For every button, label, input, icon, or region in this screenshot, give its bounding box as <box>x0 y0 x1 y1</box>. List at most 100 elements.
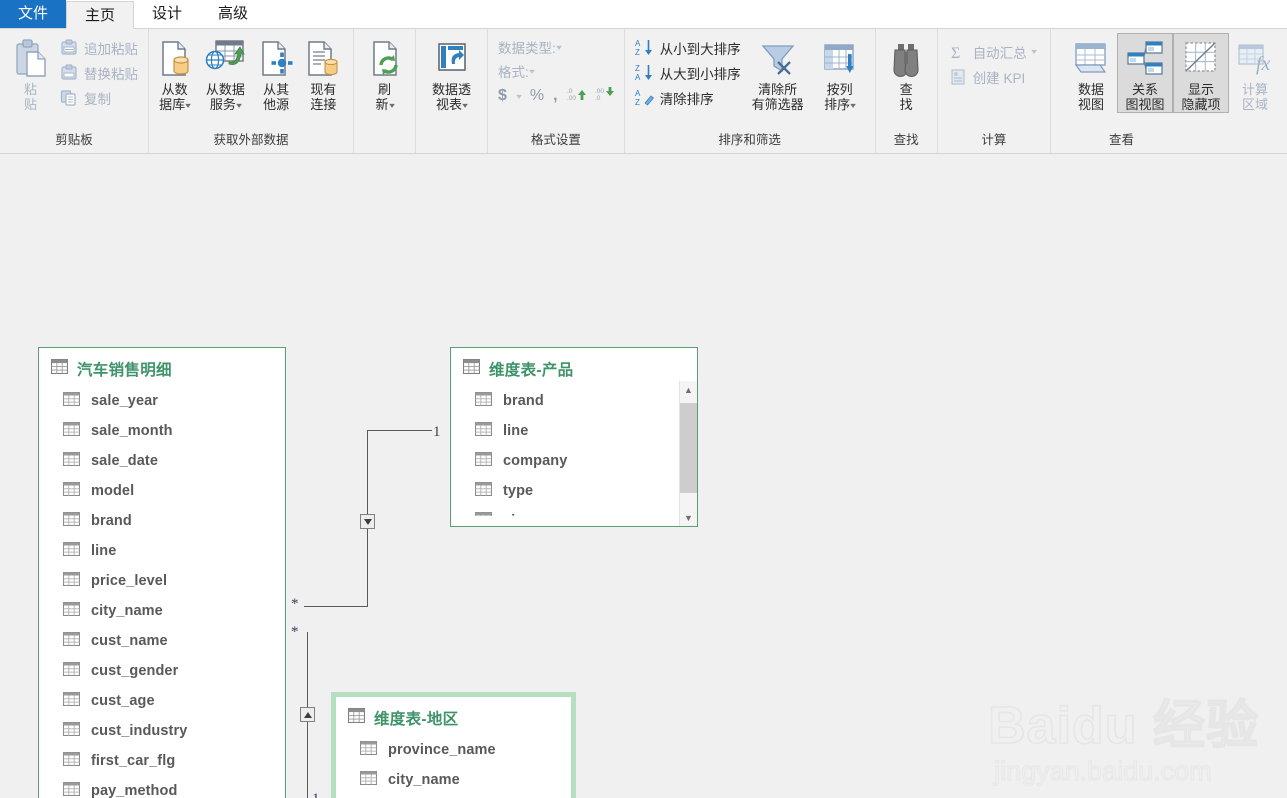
data-view-button[interactable]: 数据 视图 <box>1065 33 1117 113</box>
comma-style-icon[interactable]: , <box>553 87 557 105</box>
clear-all-filters-button[interactable]: 清除所 有筛选器 <box>745 33 811 113</box>
column-icon <box>62 601 81 621</box>
pivot-table-button[interactable]: 数据透 视表▾ <box>422 33 481 114</box>
find-button[interactable]: 查找 <box>882 33 931 113</box>
data-type-row[interactable]: 数据类型: ▾ <box>494 35 562 59</box>
scroll-down-icon[interactable]: ▼ <box>680 509 697 526</box>
field-row[interactable]: price_level <box>62 566 285 596</box>
paste-replace-button[interactable]: 替换粘贴 <box>55 60 142 85</box>
table-card-dim-product[interactable]: 维度表-产品 brand line company type size ▲ ▼ <box>450 347 698 527</box>
from-other-source-button[interactable]: 从其 他源 <box>253 33 300 113</box>
column-icon <box>62 541 81 561</box>
chevron-down-icon[interactable]: ▾ <box>236 98 242 113</box>
relationship-line-product-bottom[interactable] <box>304 606 368 607</box>
field-row[interactable]: company <box>474 446 697 476</box>
field-row[interactable]: brand <box>62 506 285 536</box>
tab-advanced[interactable]: 高级 <box>200 0 266 28</box>
sort-descending-button[interactable]: Z A 从大到小排序 <box>631 60 745 85</box>
table-header-sales-detail[interactable]: 汽车销售明细 <box>39 348 285 386</box>
tab-file[interactable]: 文件 <box>0 0 67 28</box>
increase-decimal-icon[interactable]: .0 .00 <box>567 86 586 107</box>
paste-append-button[interactable]: 追加粘贴 <box>55 35 142 60</box>
field-row[interactable]: line <box>62 536 285 566</box>
from-database-label-line1: 从数 <box>161 82 188 97</box>
table-header-dim-product[interactable]: 维度表-产品 <box>451 348 697 386</box>
scrollbar-thumb[interactable] <box>680 403 697 493</box>
create-kpi-button[interactable]: 创建 KPI <box>944 64 1040 89</box>
clear-all-filters-label-line1: 清除所 <box>758 82 798 97</box>
clear-sort-button[interactable]: A Z 清除排序 <box>631 85 745 110</box>
chevron-down-icon[interactable]: ▾ <box>529 67 535 76</box>
autosum-button[interactable]: Σ 自动汇总 ▾ <box>944 39 1040 64</box>
show-hidden-button[interactable]: 显示 隐藏项 <box>1173 33 1229 113</box>
refresh-button[interactable]: 刷新▾ <box>360 33 409 114</box>
chevron-down-icon[interactable]: ▾ <box>516 92 522 101</box>
field-row[interactable]: size <box>474 506 697 516</box>
field-row[interactable]: brand <box>474 386 697 416</box>
field-row[interactable]: type <box>474 476 697 506</box>
tab-home[interactable]: 主页 <box>66 1 135 29</box>
field-row[interactable]: pay_method <box>62 776 285 798</box>
field-row[interactable]: province_name <box>359 735 571 765</box>
diagram-canvas[interactable]: 1 * * 1 汽车销售明细 <box>0 154 1287 798</box>
diagram-view-icon <box>1124 36 1166 82</box>
from-data-service-button[interactable]: 从数据 服务▾ <box>198 33 252 114</box>
chevron-down-icon[interactable]: ▾ <box>185 98 191 113</box>
field-row[interactable]: first_car_flg <box>62 746 285 776</box>
relationship-direction-region[interactable] <box>300 707 315 722</box>
field-row[interactable]: cust_age <box>62 686 285 716</box>
chevron-down-icon[interactable]: ▾ <box>389 98 395 113</box>
field-label: sale_month <box>91 423 173 439</box>
paste-label-line2: 贴 <box>23 97 37 112</box>
format-row[interactable]: 格式: ▾ <box>494 59 535 83</box>
relationship-line-product-top[interactable] <box>367 430 432 431</box>
calculation-area-button[interactable]: fx 计算 区域 <box>1229 33 1281 113</box>
copy-button[interactable]: 复制 <box>55 85 142 110</box>
clear-sort-icon: A Z <box>635 88 655 108</box>
from-database-button[interactable]: 从数 据库▾ <box>151 33 198 114</box>
autosum-icon: Σ <box>948 42 968 62</box>
chevron-down-icon[interactable]: ▾ <box>850 98 856 113</box>
field-label: sale_date <box>91 453 158 469</box>
tab-design[interactable]: 设计 <box>134 0 200 28</box>
field-row[interactable]: city_name <box>62 596 285 626</box>
group-label-formatting: 格式设置 <box>530 133 581 147</box>
field-row[interactable]: cust_industry <box>62 716 285 746</box>
field-row[interactable]: cust_name <box>62 626 285 656</box>
ribbon-tab-bar: 文件 主页 设计 高级 <box>0 0 1287 29</box>
field-row[interactable]: city_name <box>359 765 571 795</box>
chevron-down-icon[interactable]: ▾ <box>1031 47 1037 56</box>
percent-icon[interactable]: % <box>530 87 544 105</box>
table-card-dim-region[interactable]: 维度表-地区 province_name city_name <box>331 692 576 798</box>
chevron-down-icon[interactable]: ▾ <box>556 43 562 52</box>
scroll-up-icon[interactable]: ▲ <box>680 381 697 398</box>
field-row[interactable]: line <box>474 416 697 446</box>
field-label: province_name <box>388 742 496 758</box>
pivot-table-label-line2: 视表 <box>435 97 462 112</box>
existing-connection-button[interactable]: 现有 连接 <box>300 33 347 113</box>
table-card-sales-detail[interactable]: 汽车销售明细 sale_year sale_month sale_date mo… <box>38 347 286 798</box>
table-fields-sales-detail: sale_year sale_month sale_date model bra… <box>39 386 285 798</box>
column-icon <box>474 421 493 441</box>
svg-text:.0: .0 <box>567 88 573 95</box>
table-scrollbar-dim-product[interactable]: ▲ ▼ <box>679 381 697 526</box>
currency-icon[interactable]: $ <box>498 87 507 105</box>
decrease-decimal-icon[interactable]: .00 .0 <box>595 86 614 107</box>
field-row[interactable]: sale_date <box>62 446 285 476</box>
relationship-direction-product[interactable] <box>360 514 375 529</box>
table-header-dim-region[interactable]: 维度表-地区 <box>336 697 571 735</box>
paste-button[interactable]: 粘贴 <box>6 33 55 113</box>
field-row[interactable]: sale_month <box>62 416 285 446</box>
field-row[interactable]: cust_gender <box>62 656 285 686</box>
field-row[interactable]: model <box>62 476 285 506</box>
field-label: model <box>91 483 135 499</box>
svg-text:fx: fx <box>1256 53 1271 75</box>
cardinality-many-product: * <box>291 596 299 612</box>
autosum-label: 自动汇总 <box>972 45 1027 61</box>
chevron-down-icon[interactable]: ▾ <box>462 98 468 113</box>
sort-ascending-button[interactable]: A Z 从小到大排序 <box>631 35 745 60</box>
sort-by-column-button[interactable]: 按列 排序▾ <box>811 33 869 114</box>
field-row[interactable]: sale_year <box>62 386 285 416</box>
field-label: line <box>91 543 117 559</box>
diagram-view-button[interactable]: 关系 图视图 <box>1117 33 1173 113</box>
